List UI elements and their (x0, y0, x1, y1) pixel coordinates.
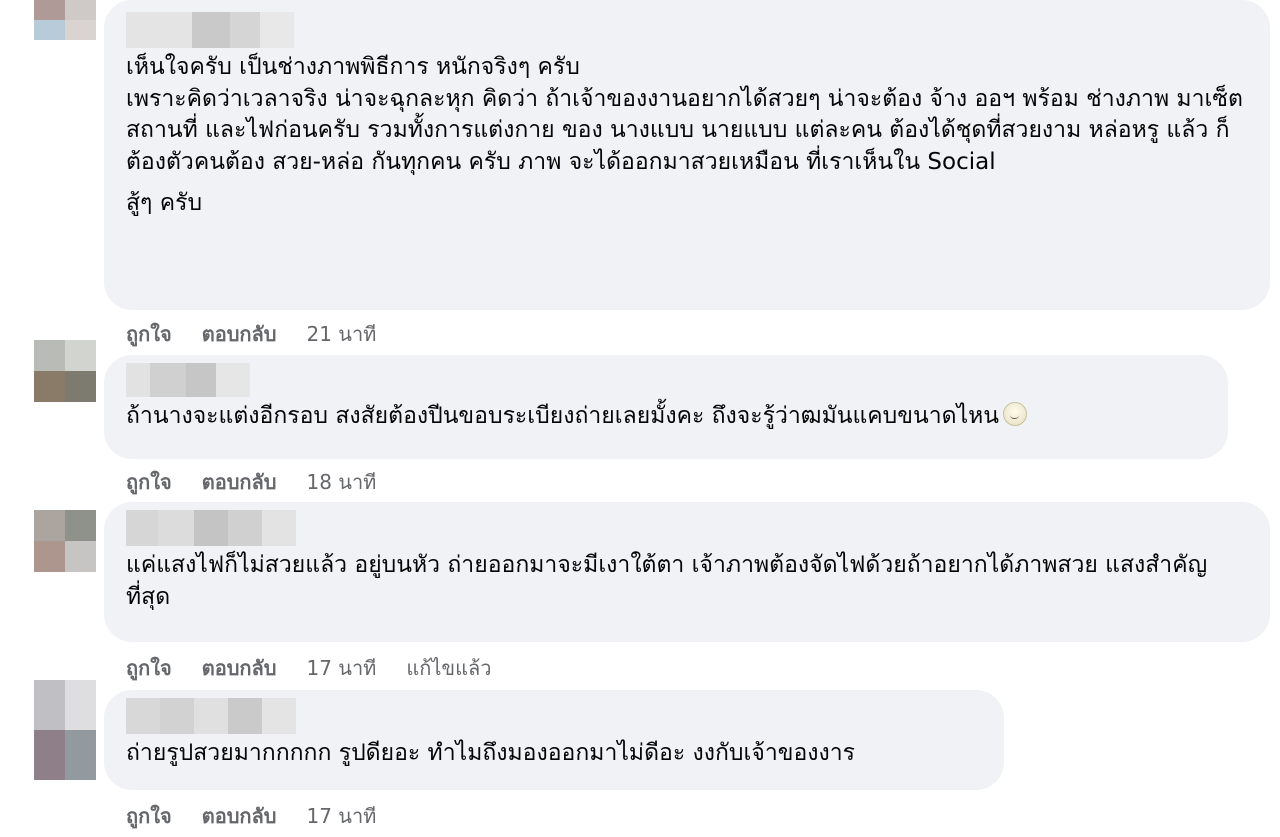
comment-paragraph: แค่แสงไฟก็ไม่สวยแล้ว อยู่บนหัว ถ่ายออกมา… (126, 552, 1208, 610)
timestamp[interactable]: 17 นาที (306, 800, 376, 832)
comment-actions: ถูกใจ ตอบกลับ 18 นาที (126, 466, 376, 498)
comment-bubble: แค่แสงไฟก็ไม่สวยแล้ว อยู่บนหัว ถ่ายออกมา… (104, 502, 1270, 642)
author-name-blurred[interactable] (126, 510, 1250, 546)
comment-text: ถ้านางจะแต่งอีกรอบ สงสัยต้องปีนขอบระเบีย… (126, 401, 1208, 433)
like-button[interactable]: ถูกใจ (126, 800, 172, 832)
like-button[interactable]: ถูกใจ (126, 466, 172, 498)
edited-label[interactable]: แก้ไขแล้ว (406, 652, 491, 684)
comment-actions: ถูกใจ ตอบกลับ 21 นาที (126, 318, 376, 350)
like-button[interactable]: ถูกใจ (126, 318, 172, 350)
comment-actions: ถูกใจ ตอบกลับ 17 นาที แก้ไขแล้ว (126, 652, 491, 684)
comment-text: ถ่ายรูปสวยมากกกกก รูปดียอะ ทำไมถึงมองออก… (126, 738, 984, 770)
comment-text: เห็นใจครับ เป็นช่างภาพพิธีการ หนักจริงๆ … (126, 52, 1250, 220)
comment-bubble: ถ่ายรูปสวยมากกกกก รูปดียอะ ทำไมถึงมองออก… (104, 690, 1004, 790)
reply-button[interactable]: ตอบกลับ (202, 466, 277, 498)
avatar[interactable] (34, 510, 96, 572)
comment-paragraph: เห็นใจครับ เป็นช่างภาพพิธีการ หนักจริงๆ … (126, 54, 1243, 175)
comment-paragraph: ถ้านางจะแต่งอีกรอบ สงสัยต้องปีนขอบระเบีย… (126, 401, 1208, 433)
like-button[interactable]: ถูกใจ (126, 652, 172, 684)
slightly-smiling-face-icon (1003, 402, 1028, 426)
timestamp[interactable]: 17 นาที (306, 652, 376, 684)
comment-bubble: เห็นใจครับ เป็นช่างภาพพิธีการ หนักจริงๆ … (104, 0, 1270, 310)
author-name-blurred[interactable] (126, 12, 1250, 48)
timestamp[interactable]: 21 นาที (306, 318, 376, 350)
comment-bubble: ถ้านางจะแต่งอีกรอบ สงสัยต้องปีนขอบระเบีย… (104, 355, 1228, 459)
comment-thread: เห็นใจครับ เป็นช่างภาพพิธีการ หนักจริงๆ … (0, 0, 1280, 837)
comment-paragraph-text: ถ้านางจะแต่งอีกรอบ สงสัยต้องปีนขอบระเบีย… (126, 403, 1000, 429)
comment-paragraph: ถ่ายรูปสวยมากกกกก รูปดียอะ ทำไมถึงมองออก… (126, 740, 856, 766)
comment-actions: ถูกใจ ตอบกลับ 17 นาที (126, 800, 376, 832)
avatar[interactable] (34, 0, 96, 40)
avatar[interactable] (34, 340, 96, 402)
avatar[interactable] (34, 680, 96, 780)
timestamp[interactable]: 18 นาที (306, 466, 376, 498)
author-name-blurred[interactable] (126, 363, 1208, 397)
author-name-blurred[interactable] (126, 698, 984, 734)
reply-button[interactable]: ตอบกลับ (202, 800, 277, 832)
reply-button[interactable]: ตอบกลับ (202, 318, 277, 350)
comment-text: แค่แสงไฟก็ไม่สวยแล้ว อยู่บนหัว ถ่ายออกมา… (126, 550, 1250, 613)
reply-button[interactable]: ตอบกลับ (202, 652, 277, 684)
comment-paragraph: สู้ๆ ครับ (126, 190, 203, 216)
